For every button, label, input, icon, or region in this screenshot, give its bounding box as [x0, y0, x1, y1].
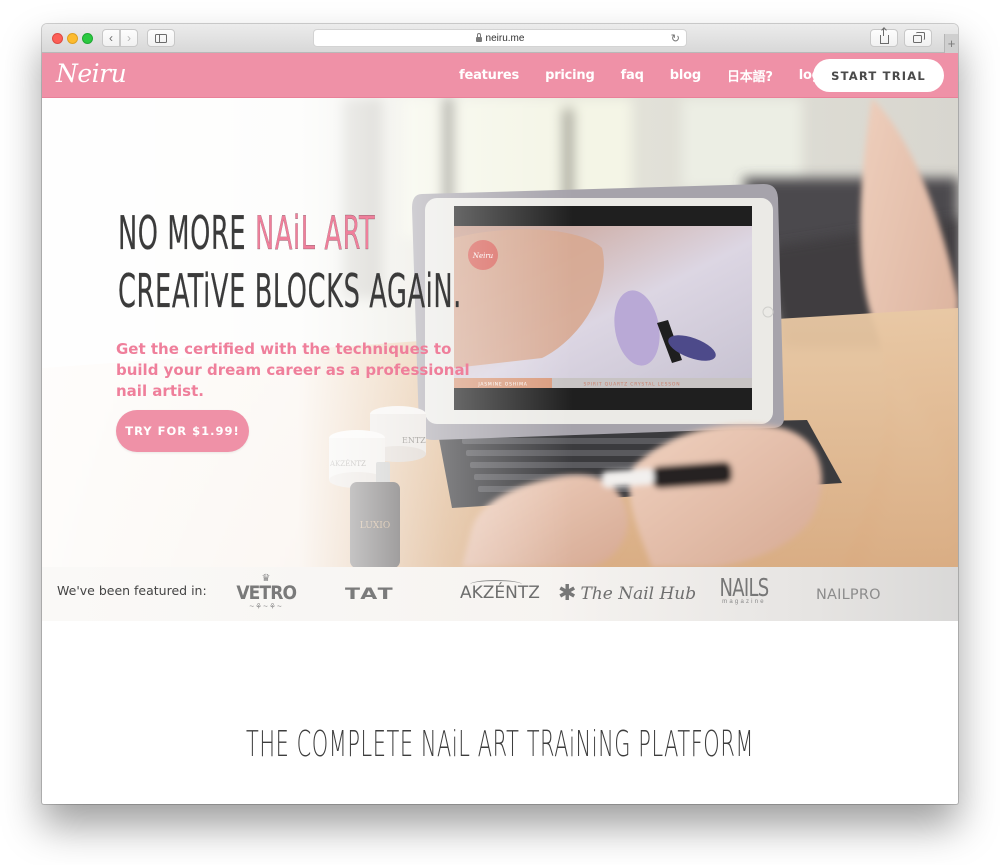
- share-button[interactable]: [870, 28, 898, 47]
- address-bar[interactable]: neiru.me ↻: [313, 29, 687, 47]
- hero-headline: NO MORE NAiL ART CREATiVE BLOCKS AGAiN.: [118, 204, 462, 320]
- brand-name: VETRO: [236, 582, 297, 604]
- nav-link-blog[interactable]: blog: [670, 68, 701, 83]
- brand-logo-nail-hub: ✱ The Nail Hub: [558, 581, 696, 606]
- new-tab-button[interactable]: +: [944, 34, 958, 53]
- hero-overlay: [42, 98, 958, 567]
- try-for-price-button[interactable]: TRY FOR $1.99!: [116, 410, 249, 452]
- headline-plain-text: NO MORE: [118, 206, 256, 260]
- featured-label: We've been featured in:: [57, 583, 207, 598]
- featured-in-strip: We've been featured in: ♛ VETRO ~⚘~⚘~ TA…: [42, 567, 958, 621]
- url-text: neiru.me: [485, 32, 525, 44]
- reload-icon[interactable]: ↻: [671, 32, 680, 45]
- headline-line-1: NO MORE NAiL ART: [118, 204, 462, 262]
- asterisk-flower-icon: ✱: [558, 581, 577, 606]
- zoom-window-icon[interactable]: [82, 33, 93, 44]
- browser-toolbar: ‹ › neiru.me ↻ +: [42, 24, 958, 53]
- brand-name: The Nail Hub: [580, 583, 697, 604]
- tabs-overview-icon: [912, 32, 925, 43]
- lock-icon: [475, 32, 482, 42]
- main-nav: features pricing faq blog 日本語? login: [459, 53, 860, 97]
- minimize-window-icon[interactable]: [67, 33, 78, 44]
- new-tab-icon: +: [947, 36, 956, 51]
- nav-link-pricing[interactable]: pricing: [545, 68, 595, 83]
- start-trial-button[interactable]: START TRIAL: [813, 59, 944, 92]
- nav-link-japanese[interactable]: 日本語?: [727, 66, 773, 85]
- close-window-icon[interactable]: [52, 33, 63, 44]
- brand-logo-nails-magazine: NAILS magazine: [710, 575, 778, 606]
- brand-logo-akzentz: AKZÉNTZ: [460, 580, 540, 603]
- nav-link-features[interactable]: features: [459, 68, 519, 83]
- sidebar-icon: [155, 33, 167, 43]
- headline-accent-text: NAiL ART: [255, 206, 376, 260]
- share-icon: [879, 28, 889, 44]
- site-logo[interactable]: Neiru: [56, 59, 127, 88]
- sidebar-toggle-button[interactable]: [147, 29, 175, 47]
- flourish-icon: ~⚘~⚘~: [249, 602, 283, 611]
- back-icon: ‹: [109, 31, 113, 45]
- site-header: Neiru features pricing faq blog 日本語? log…: [42, 53, 958, 98]
- brand-logo-tat: TAT: [345, 585, 395, 604]
- headline-line-2: CREATiVE BLOCKS AGAiN.: [118, 264, 462, 318]
- hero-section: Neiru JASMINE OSHIMA SPIRIT QUARTZ CRYST…: [42, 98, 958, 567]
- nav-link-faq[interactable]: faq: [621, 68, 644, 83]
- brand-logo-nailpro: NAILPRO: [816, 587, 881, 603]
- back-button[interactable]: ‹: [102, 29, 120, 47]
- tabs-overview-button[interactable]: [904, 29, 932, 47]
- brand-name: NAILS: [719, 573, 770, 602]
- brand-logo-vetro: ♛ VETRO ~⚘~⚘~: [236, 574, 297, 614]
- section-title: THE COMPLETE NAiL ART TRAiNiNG PLATFORM: [245, 724, 755, 765]
- forward-icon: ›: [127, 31, 131, 45]
- browser-window: ‹ › neiru.me ↻ + Neiru features pricing …: [42, 24, 958, 804]
- forward-button[interactable]: ›: [120, 29, 138, 47]
- hero-subheading: Get the certified with the techniques to…: [116, 340, 470, 400]
